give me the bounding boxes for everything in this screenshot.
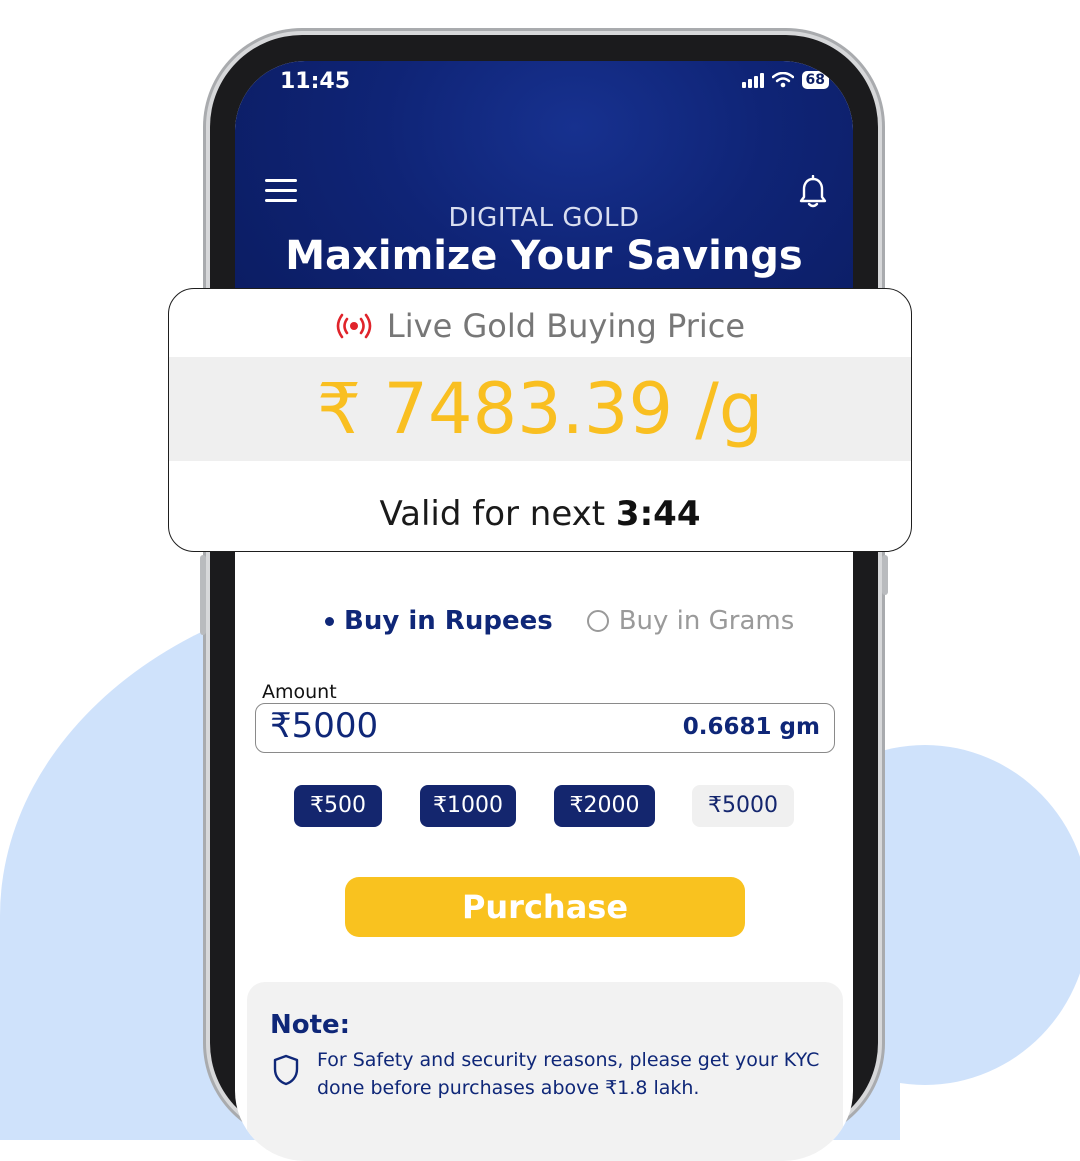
radio-label: Buy in Rupees [344, 606, 553, 636]
amount-label: Amount [262, 681, 337, 703]
validity-timer: Valid for next 3:44 [169, 494, 911, 534]
radio-selected-icon [325, 616, 334, 626]
phone-screen: 11:45 68 DIGITAL GOLD Maximize Your Savi… [235, 61, 853, 1161]
note-text: For Safety and security reasons, please … [317, 1049, 820, 1099]
radio-label: Buy in Grams [618, 606, 795, 636]
gold-price: ₹ 7483.39 /g [169, 357, 911, 461]
live-price-card: Live Gold Buying Price ₹ 7483.39 /g Vali… [168, 288, 912, 552]
radio-unselected-icon [586, 610, 609, 632]
live-price-label: Live Gold Buying Price [386, 307, 746, 345]
live-broadcast-icon [336, 313, 372, 339]
signal-icon [741, 72, 764, 88]
kyc-note: Note: For Safety and security reasons, p… [247, 982, 843, 1161]
quick-amount-1000[interactable]: ₹1000 [420, 785, 516, 827]
radio-buy-in-grams[interactable]: Buy in Grams [586, 606, 795, 636]
status-time: 11:45 [280, 69, 351, 94]
amount-grams-readout: 0.6681 gm [682, 714, 820, 740]
shield-icon [273, 1054, 299, 1086]
note-title: Note: [270, 1010, 351, 1040]
amount-input[interactable]: ₹5000 0.6681 gm [255, 703, 835, 753]
radio-buy-in-rupees[interactable]: Buy in Rupees [325, 606, 553, 636]
validity-countdown: 3:44 [615, 494, 701, 534]
buy-mode-selector: Buy in Rupees Buy in Grams [325, 606, 794, 636]
battery-icon: 68 [801, 71, 829, 89]
header-subtitle: DIGITAL GOLD [448, 203, 640, 233]
purchase-button[interactable]: Purchase [345, 877, 745, 937]
side-button [882, 555, 888, 595]
status-icons: 68 [741, 71, 829, 89]
quick-amount-2000[interactable]: ₹2000 [554, 785, 655, 827]
quick-amount-5000[interactable]: ₹5000 [692, 785, 794, 827]
menu-icon[interactable] [265, 179, 297, 203]
side-button [200, 555, 206, 635]
live-price-header: Live Gold Buying Price [169, 307, 911, 345]
phone-frame: 11:45 68 DIGITAL GOLD Maximize Your Savi… [200, 35, 888, 1161]
wifi-icon [771, 72, 794, 88]
page-title: Maximize Your Savings [285, 233, 803, 279]
quick-amount-500[interactable]: ₹500 [294, 785, 382, 827]
validity-label: Valid for next [379, 494, 606, 534]
amount-value: ₹5000 [270, 706, 379, 746]
quick-amount-chips: ₹500 ₹1000 ₹2000 ₹5000 [294, 785, 794, 829]
